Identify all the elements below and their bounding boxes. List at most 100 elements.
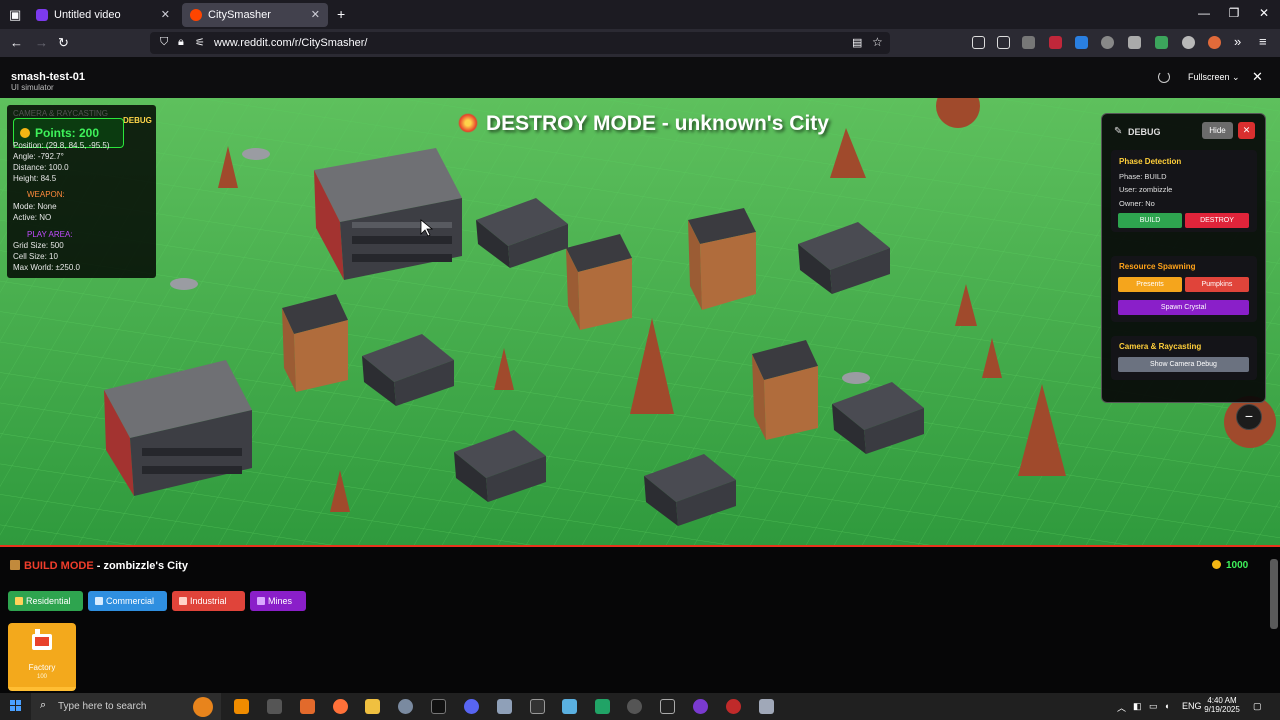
stat-grid-size: Grid Size: 500 [13, 241, 64, 250]
tab-untitled-video[interactable]: Untitled video ✕ [28, 3, 178, 27]
app-icon-1[interactable] [267, 699, 282, 714]
camera-raycasting-section: Camera & Raycasting Show Camera Debug [1111, 336, 1257, 380]
fullscreen-button[interactable]: Fullscreen ⌄ [1180, 70, 1248, 85]
app-icon-7[interactable] [562, 699, 577, 714]
extension-b-icon[interactable] [1049, 36, 1062, 49]
close-app-icon[interactable]: ✕ [1252, 69, 1263, 85]
menu-icon[interactable]: ≡ [1259, 34, 1267, 49]
tray-icon-1[interactable]: ◧ [1133, 701, 1142, 712]
bookmark-star-icon[interactable]: ☆ [872, 35, 883, 49]
volume-icon[interactable]: ◖ [1164, 701, 1169, 711]
app-icon-6[interactable] [530, 699, 545, 714]
tray-chevron-icon[interactable]: ︿ [1117, 701, 1126, 714]
extensions-icon[interactable] [997, 36, 1010, 49]
extension-h-icon[interactable] [1208, 36, 1221, 49]
stat-cell-size: Cell Size: 10 [13, 252, 58, 261]
notifications-icon[interactable]: ▢ [1253, 701, 1262, 712]
stat-weapon-mode: Mode: None [13, 202, 57, 211]
app-icon-8[interactable] [693, 699, 708, 714]
language-indicator[interactable]: ENG [1182, 701, 1202, 711]
city-scene[interactable] [0, 98, 1280, 545]
app-icon-2[interactable] [300, 699, 315, 714]
minimize-debug-button[interactable]: − [1236, 404, 1262, 430]
taskbar-search-placeholder: Type here to search [58, 701, 147, 712]
reader-view-icon[interactable]: ▤ [852, 36, 862, 49]
extension-a-icon[interactable] [1022, 36, 1035, 49]
category-industrial-button[interactable]: Industrial [172, 591, 245, 611]
overflow-chevron-icon[interactable]: » [1234, 34, 1241, 49]
file-explorer-icon[interactable] [365, 699, 380, 714]
spawn-pumpkins-button[interactable]: Pumpkins [1185, 277, 1249, 292]
search-highlight-icon[interactable] [193, 697, 213, 717]
minimize-window-button[interactable]: — [1189, 6, 1219, 20]
url-bar[interactable]: ⛉ 🔒︎ ⚟ www.reddit.com/r/CitySmasher/ ▤ ☆ [150, 32, 890, 54]
points-text: Points: 200 [35, 126, 100, 140]
extension-g-icon[interactable] [1182, 36, 1195, 49]
build-mode-title: BUILD MODE - zombizzle's City [10, 560, 188, 572]
tab-list-icon[interactable]: ▣ [9, 7, 21, 23]
build-bar: BUILD MODE - zombizzle's City 1000 Resid… [0, 545, 1280, 693]
video-favicon-icon [36, 9, 48, 21]
shield-icon[interactable]: ⛉ [160, 36, 168, 49]
spawn-presents-button[interactable]: Presents [1118, 277, 1182, 292]
category-label: Industrial [190, 596, 227, 606]
discord-icon[interactable] [464, 699, 479, 714]
category-commercial-button[interactable]: Commercial [88, 591, 167, 611]
apartment-tower-4[interactable] [752, 340, 818, 440]
camera-raycasting-title: Camera & Raycasting [1119, 342, 1202, 351]
extension-f-icon[interactable] [1155, 36, 1168, 49]
stat-angle: Angle: -792.7° [13, 152, 64, 161]
building-large-1[interactable] [314, 148, 462, 280]
coin-icon [1212, 560, 1221, 569]
app-icon-9[interactable] [726, 699, 741, 714]
close-window-button[interactable]: ✕ [1249, 6, 1279, 20]
close-tab-icon[interactable]: ✕ [311, 8, 320, 21]
network-icon[interactable]: ▭ [1149, 701, 1158, 712]
category-mines-button[interactable]: Mines [250, 591, 306, 611]
debug-panel: ✎ DEBUG Hide ✕ Phase Detection Phase: BU… [1101, 113, 1266, 403]
close-debug-button[interactable]: ✕ [1238, 122, 1255, 139]
downloads-icon[interactable] [972, 36, 985, 49]
hide-debug-button[interactable]: Hide [1202, 122, 1233, 139]
category-residential-button[interactable]: Residential [8, 591, 83, 611]
mode-banner: DESTROY MODE - unknown's City [458, 112, 829, 136]
extension-d-icon[interactable] [1101, 36, 1114, 49]
extension-e-icon[interactable] [1128, 36, 1141, 49]
new-tab-button[interactable]: + [337, 6, 345, 22]
apartment-tower-2[interactable] [688, 208, 756, 310]
apartment-tower-3[interactable] [282, 294, 348, 392]
taskbar-clock[interactable]: 4:40 AM 9/19/2025 [1200, 696, 1244, 714]
back-icon[interactable]: ← [10, 35, 23, 50]
factory-card[interactable]: Factory 100 [8, 623, 76, 691]
build-phase-button[interactable]: BUILD [1118, 213, 1182, 228]
app-icon-10[interactable] [759, 699, 774, 714]
firefox-icon[interactable] [333, 699, 348, 714]
game-canvas[interactable]: DESTROY MODE - unknown's City CAMERA & R… [0, 98, 1280, 545]
restore-window-button[interactable]: ❐ [1219, 6, 1249, 20]
destroy-phase-button[interactable]: DESTROY [1185, 213, 1249, 228]
apartment-tower-1[interactable] [566, 234, 632, 330]
coin-balance-value: 1000 [1226, 560, 1249, 571]
app-icon-5[interactable] [497, 699, 512, 714]
category-label: Mines [268, 596, 293, 606]
app-icon-3[interactable] [398, 699, 413, 714]
app-icon-4[interactable] [431, 699, 446, 714]
forward-icon[interactable]: → [35, 35, 48, 50]
vlc-icon[interactable] [234, 699, 249, 714]
extension-c-icon[interactable] [1075, 36, 1088, 49]
lock-icon[interactable]: 🔒︎ [178, 36, 184, 49]
show-camera-debug-button[interactable]: Show Camera Debug [1118, 357, 1249, 372]
windows-start-icon[interactable] [10, 700, 22, 712]
build-bar-scrollbar[interactable] [1270, 559, 1278, 629]
coin-icon [20, 128, 30, 138]
excel-icon[interactable] [595, 699, 610, 714]
close-tab-icon[interactable]: ✕ [161, 8, 170, 21]
tab-citysmasher[interactable]: CitySmasher ✕ [182, 3, 328, 27]
hammer-icon [10, 560, 20, 570]
browser-nav-bar: ← → ↻ ⛉ 🔒︎ ⚟ www.reddit.com/r/CitySmashe… [0, 29, 1280, 57]
reload-icon[interactable]: ↻ [58, 35, 69, 51]
spawn-crystal-button[interactable]: Spawn Crystal [1118, 300, 1249, 315]
epic-games-icon[interactable] [660, 699, 675, 714]
settings-gear-icon[interactable] [627, 699, 642, 714]
permissions-icon[interactable]: ⚟ [195, 36, 205, 49]
